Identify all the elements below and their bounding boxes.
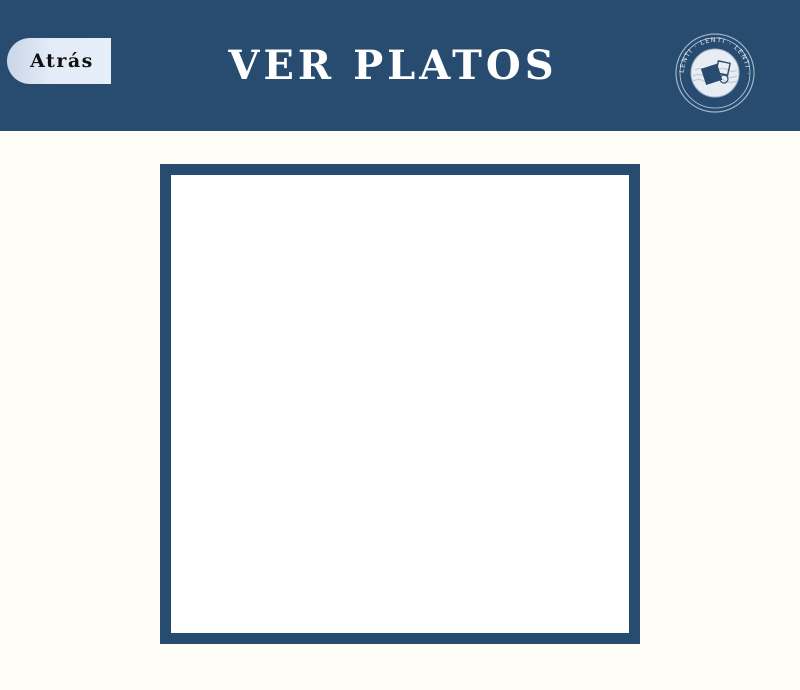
header-bar: Atrás VER PLATOS LENTI · LENTI · LENTI · — [0, 0, 800, 131]
logo-icon: LENTI · LENTI · LENTI · — [675, 33, 755, 113]
page-title: VER PLATOS — [228, 42, 558, 89]
dish-display-frame — [160, 164, 640, 644]
